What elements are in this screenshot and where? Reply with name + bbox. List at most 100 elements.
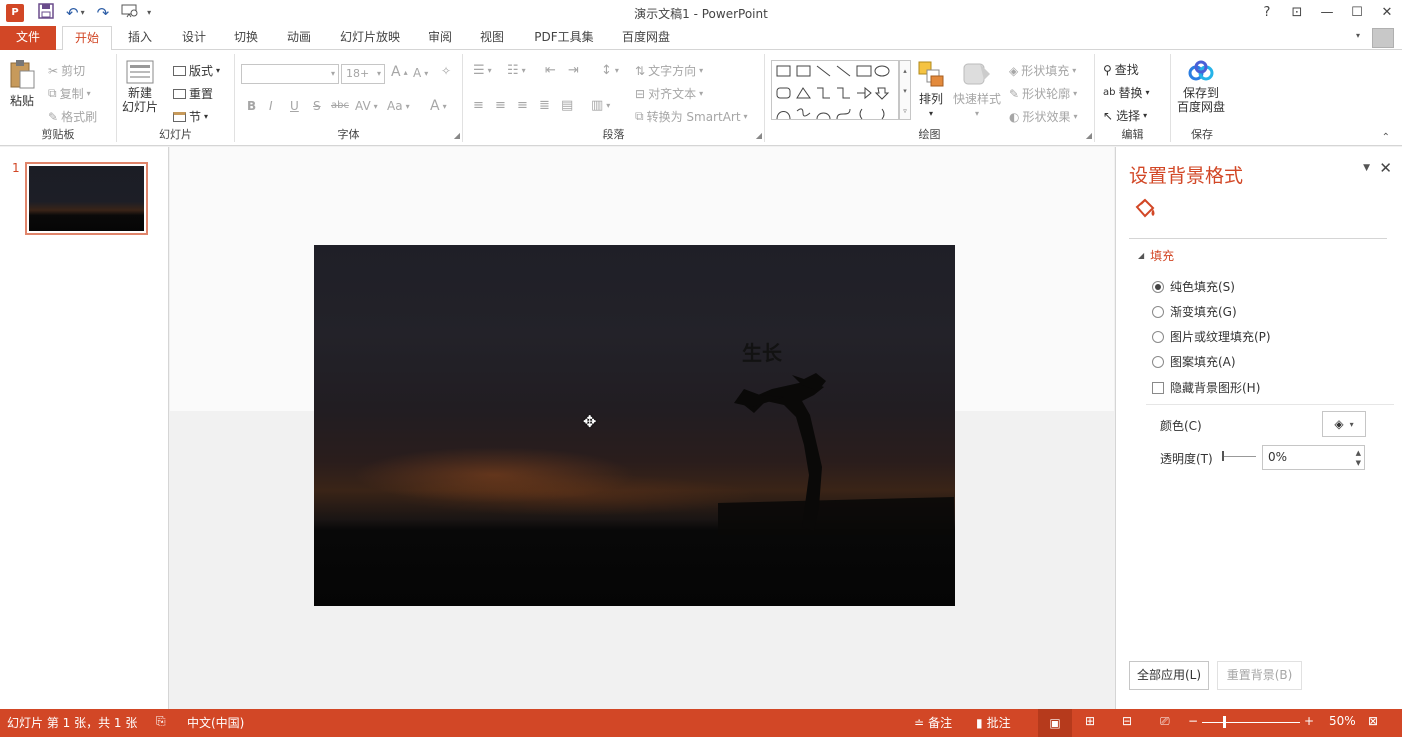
- reset-button[interactable]: 重置: [173, 85, 213, 102]
- tab-pdf-tools[interactable]: PDF工具集: [527, 26, 601, 50]
- zoom-slider[interactable]: [1202, 722, 1300, 723]
- reading-view-icon[interactable]: ⊟: [1122, 714, 1132, 728]
- bold-button[interactable]: B: [247, 99, 256, 113]
- minimize-button[interactable]: —: [1312, 0, 1342, 24]
- align-right-icon[interactable]: ≡: [517, 98, 528, 113]
- font-color-button[interactable]: A ▾: [430, 98, 447, 114]
- align-text-button[interactable]: ⊟ 对齐文本 ▾: [635, 85, 703, 102]
- grow-font-button[interactable]: A ▴: [391, 64, 408, 80]
- help-button[interactable]: ?: [1252, 0, 1282, 24]
- select-button[interactable]: ↖ 选择 ▾: [1103, 107, 1147, 124]
- slide-thumbnail[interactable]: [25, 162, 148, 235]
- paste-button[interactable]: 粘贴: [8, 58, 36, 109]
- align-center-icon[interactable]: ≡: [495, 98, 506, 113]
- picture-fill-radio[interactable]: [1152, 330, 1164, 343]
- justify-icon[interactable]: ≣: [539, 98, 550, 113]
- slide-sorter-view-icon[interactable]: ⊞: [1085, 714, 1095, 728]
- font-dialog-launcher-icon[interactable]: ◢: [454, 131, 460, 140]
- spinner-down-icon[interactable]: ▼: [1356, 452, 1361, 475]
- slide-title-text[interactable]: 生长: [742, 337, 782, 366]
- tab-view[interactable]: 视图: [472, 26, 512, 50]
- increase-indent-icon[interactable]: ⇥: [568, 63, 579, 78]
- shape-fill-button[interactable]: ◈ 形状填充 ▾: [1009, 62, 1076, 79]
- columns-icon[interactable]: ▥ ▾: [591, 98, 610, 113]
- color-picker-button[interactable]: ◈ ▾: [1322, 411, 1366, 437]
- font-name-combo[interactable]: ▾: [241, 64, 339, 84]
- italic-button[interactable]: I: [269, 99, 273, 113]
- transparency-input[interactable]: 0% ▲ ▼: [1262, 445, 1365, 470]
- apply-to-all-button[interactable]: 全部应用(L): [1129, 661, 1209, 690]
- cut-button[interactable]: ✂ 剪切: [48, 62, 85, 79]
- hide-background-checkbox[interactable]: [1152, 381, 1164, 394]
- new-slide-button[interactable]: 新建 幻灯片: [122, 58, 158, 114]
- char-spacing-button[interactable]: AV ▾: [355, 99, 378, 113]
- font-size-combo[interactable]: 18+ ▾: [341, 64, 385, 84]
- spelling-check-icon[interactable]: ⎘: [156, 714, 166, 729]
- tab-design[interactable]: 设计: [172, 26, 216, 50]
- slideshow-view-icon[interactable]: ⎚: [1160, 714, 1170, 729]
- arrange-button[interactable]: 排列 ▾: [917, 60, 945, 118]
- language-status[interactable]: 中文(中国): [187, 714, 244, 731]
- save-to-baidu-button[interactable]: 保存到 百度网盘: [1177, 60, 1225, 114]
- replace-button[interactable]: ab 替换 ▾: [1103, 84, 1150, 101]
- underline-button[interactable]: U: [290, 99, 299, 113]
- bullets-button[interactable]: ☰ ▾: [473, 63, 492, 78]
- section-button[interactable]: 节 ▾: [173, 108, 208, 125]
- find-button[interactable]: ⚲ 查找: [1103, 61, 1139, 78]
- paragraph-dialog-launcher-icon[interactable]: ◢: [756, 131, 762, 140]
- zoom-level[interactable]: 50%: [1329, 714, 1356, 728]
- drawing-dialog-launcher-icon[interactable]: ◢: [1086, 131, 1092, 140]
- slide-canvas[interactable]: 生长: [314, 245, 955, 606]
- maximize-button[interactable]: ☐: [1342, 0, 1372, 24]
- quick-styles-button[interactable]: 快速样式 ▾: [953, 60, 1001, 118]
- zoom-out-button[interactable]: −: [1188, 714, 1198, 728]
- distribute-icon[interactable]: ▤: [561, 98, 573, 113]
- ribbon-display-options-icon[interactable]: ⊡: [1282, 0, 1312, 24]
- layout-button[interactable]: 版式 ▾: [173, 62, 220, 79]
- tab-animations[interactable]: 动画: [277, 26, 321, 50]
- numbering-button[interactable]: ☷ ▾: [507, 63, 526, 78]
- shrink-font-button[interactable]: A ▾: [413, 66, 428, 80]
- tab-transitions[interactable]: 切换: [224, 26, 268, 50]
- format-painter-button[interactable]: ✎ 格式刷: [48, 108, 97, 125]
- gradient-fill-option[interactable]: 渐变填充(G): [1152, 303, 1237, 320]
- tab-review[interactable]: 审阅: [420, 26, 460, 50]
- pane-close-icon[interactable]: ✕: [1379, 159, 1392, 177]
- avatar[interactable]: [1372, 28, 1394, 48]
- tab-home[interactable]: 开始: [62, 26, 112, 51]
- pane-options-dropdown-icon[interactable]: ▼: [1363, 163, 1370, 173]
- zoom-in-button[interactable]: +: [1304, 714, 1314, 728]
- solid-fill-option[interactable]: 纯色填充(S): [1152, 278, 1235, 295]
- hide-background-graphics-option[interactable]: 隐藏背景图形(H): [1152, 379, 1260, 396]
- decrease-indent-icon[interactable]: ⇤: [545, 63, 556, 78]
- comments-button[interactable]: ▮ 批注: [976, 714, 1011, 731]
- notes-button[interactable]: ≐ 备注: [914, 714, 952, 731]
- picture-fill-option[interactable]: 图片或纹理填充(P): [1152, 328, 1271, 345]
- close-button[interactable]: ✕: [1372, 0, 1402, 24]
- normal-view-button[interactable]: ▣: [1038, 709, 1072, 737]
- clear-formatting-icon[interactable]: ✧: [441, 64, 451, 78]
- tab-file[interactable]: 文件: [0, 26, 56, 50]
- pattern-fill-radio[interactable]: [1152, 355, 1164, 368]
- fit-to-window-icon[interactable]: ⊠: [1368, 714, 1378, 728]
- gradient-fill-radio[interactable]: [1152, 305, 1164, 318]
- reset-background-button[interactable]: 重置背景(B): [1217, 661, 1302, 690]
- copy-button[interactable]: ⧉ 复制 ▾: [48, 85, 91, 102]
- tab-baidu-netdisk[interactable]: 百度网盘: [614, 26, 678, 50]
- change-case-button[interactable]: Aa ▾: [387, 99, 410, 113]
- shape-effects-button[interactable]: ◐ 形状效果 ▾: [1009, 108, 1078, 125]
- pattern-fill-option[interactable]: 图案填充(A): [1152, 353, 1236, 370]
- strikethrough-button[interactable]: abc: [331, 100, 349, 111]
- shadow-button[interactable]: S: [313, 99, 321, 113]
- collapse-ribbon-icon[interactable]: ⌃: [1382, 132, 1390, 143]
- align-left-icon[interactable]: ≡: [473, 98, 484, 113]
- zoom-slider-thumb[interactable]: [1223, 716, 1226, 728]
- account-dropdown-icon[interactable]: ▾: [1356, 31, 1360, 40]
- tab-slideshow[interactable]: 幻灯片放映: [334, 26, 406, 50]
- shape-outline-button[interactable]: ✎ 形状轮廓 ▾: [1009, 85, 1077, 102]
- shapes-gallery-scroll[interactable]: ▴ ▾ ▿: [899, 60, 911, 120]
- convert-smartart-button[interactable]: ⧉ 转换为 SmartArt ▾: [635, 108, 748, 125]
- shapes-gallery[interactable]: [771, 60, 899, 120]
- tab-insert[interactable]: 插入: [118, 26, 162, 50]
- solid-fill-radio[interactable]: [1152, 280, 1164, 293]
